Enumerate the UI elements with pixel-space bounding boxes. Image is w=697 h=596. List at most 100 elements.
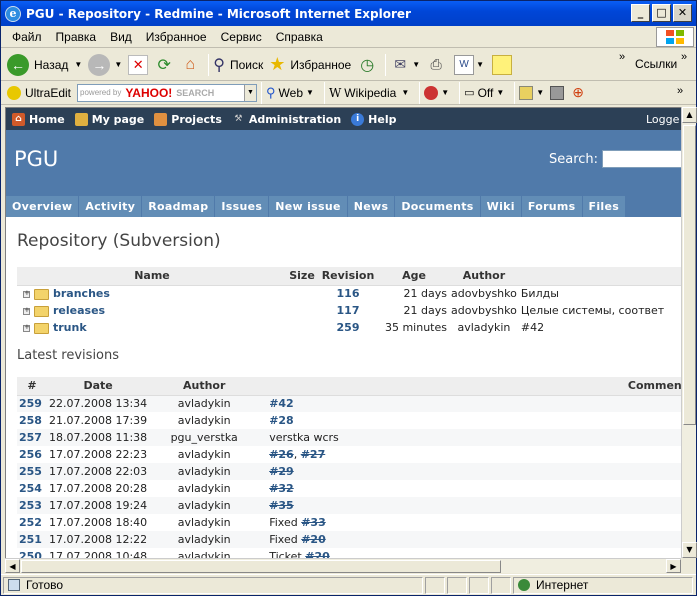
yahoo-dropdown-icon[interactable]: ▼	[244, 84, 257, 101]
forward-dropdown-icon[interactable]: ▼	[114, 60, 122, 69]
blocker-dropdown-icon[interactable]: ▼	[441, 88, 449, 97]
mail-dropdown-icon[interactable]: ▼	[412, 60, 420, 69]
print-icon[interactable]: ⎙	[426, 55, 446, 75]
revision-link[interactable]: 255	[19, 465, 42, 478]
wikipedia-dropdown-icon[interactable]: ▼	[401, 88, 409, 97]
forward-button[interactable]: → ▼	[88, 53, 122, 76]
menu-file[interactable]: Файл	[5, 30, 49, 44]
back-button[interactable]: ← Назад ▼	[7, 53, 82, 76]
web-dropdown-icon[interactable]: ▼	[306, 88, 314, 97]
directory-revision-link[interactable]: 259	[337, 321, 360, 334]
history-icon[interactable]: ◷	[357, 55, 377, 75]
tab-news[interactable]: News	[347, 196, 395, 217]
tab-forums[interactable]: Forums	[521, 196, 582, 217]
directory-link[interactable]: trunk	[53, 321, 87, 334]
projects-link[interactable]: Projects	[171, 113, 222, 126]
minimize-button[interactable]: _	[631, 4, 650, 22]
issue-ref-link[interactable]: #42	[269, 397, 294, 410]
expand-icon[interactable]	[23, 323, 30, 332]
popup-blocker-icon[interactable]	[424, 85, 439, 100]
revision-link[interactable]: 256	[19, 448, 42, 461]
web-button[interactable]: Web	[279, 86, 303, 100]
col-age[interactable]: Age	[379, 267, 449, 286]
maximize-button[interactable]: □	[652, 4, 671, 22]
refresh-icon[interactable]: ⟳	[154, 55, 174, 75]
mail-icon[interactable]: ✉	[390, 55, 410, 75]
tab-overview[interactable]: Overview	[6, 196, 79, 217]
off-dropdown-icon[interactable]: ▼	[496, 88, 504, 97]
col-size[interactable]: Size	[287, 267, 317, 286]
search-button[interactable]: ⚲ Поиск	[213, 55, 263, 75]
tab-activity[interactable]: Activity	[79, 196, 142, 217]
top-menu-administration[interactable]: ⚒ Administration	[232, 113, 341, 126]
favorites-button[interactable]: ★ Избранное	[269, 54, 351, 75]
off-button[interactable]: Off	[478, 86, 494, 100]
horizontal-scroll-thumb[interactable]	[21, 560, 501, 573]
home-link[interactable]: Home	[29, 113, 65, 126]
menu-tools[interactable]: Сервис	[214, 30, 269, 44]
revision-link[interactable]: 253	[19, 499, 42, 512]
tab-roadmap[interactable]: Roadmap	[142, 196, 215, 217]
scroll-right-icon[interactable]: ▶	[666, 559, 681, 573]
horizontal-scrollbar[interactable]: ◀ ▶	[5, 558, 681, 573]
expand-icon[interactable]	[23, 289, 30, 298]
top-menu-my-page[interactable]: My page	[74, 112, 145, 126]
revision-link[interactable]: 258	[19, 414, 42, 427]
tab-new-issue[interactable]: New issue	[269, 196, 347, 217]
administration-link[interactable]: Administration	[249, 113, 341, 126]
vertical-scroll-thumb[interactable]	[683, 125, 696, 425]
revision-link[interactable]: 257	[19, 431, 42, 444]
issue-ref-link[interactable]: #27	[301, 448, 326, 461]
menu-view[interactable]: Вид	[103, 30, 139, 44]
links-button[interactable]: Ссылки	[635, 57, 677, 71]
issue-ref-link[interactable]: #20	[301, 533, 326, 546]
yahoo-search-input[interactable]: powered by YAHOO! SEARCH ▼	[77, 83, 258, 102]
toolbar-chevron-icon[interactable]: »	[619, 51, 625, 63]
wikipedia-button[interactable]: Wikipedia	[344, 86, 396, 100]
tab-issues[interactable]: Issues	[215, 196, 269, 217]
revision-link[interactable]: 250	[19, 550, 42, 558]
revision-link[interactable]: 251	[19, 533, 42, 546]
tab-files[interactable]: Files	[582, 196, 626, 217]
directory-link[interactable]: releases	[53, 304, 105, 317]
directory-revision-link[interactable]: 116	[337, 287, 360, 300]
links-chevron-icon[interactable]: »	[681, 51, 687, 63]
menu-help[interactable]: Справка	[269, 30, 330, 44]
col-author[interactable]: Author	[449, 267, 519, 286]
back-dropdown-icon[interactable]: ▼	[74, 60, 82, 69]
issue-ref-link[interactable]: #20	[305, 550, 330, 558]
tab-wiki[interactable]: Wiki	[480, 196, 521, 217]
help-link[interactable]: Help	[368, 113, 396, 126]
tool-icon[interactable]	[550, 85, 565, 100]
top-menu-projects[interactable]: Projects	[154, 112, 222, 126]
revision-link[interactable]: 259	[19, 397, 42, 410]
scroll-up-icon[interactable]: ▲	[682, 107, 697, 123]
issue-ref-link[interactable]: #28	[269, 414, 294, 427]
directory-revision-link[interactable]: 117	[337, 304, 360, 317]
issue-ref-link[interactable]: #33	[301, 516, 326, 529]
revision-link[interactable]: 254	[19, 482, 42, 495]
home-icon[interactable]: ⌂	[180, 55, 200, 75]
addon-chevron-icon[interactable]: »	[677, 85, 683, 97]
tab-documents[interactable]: Documents	[395, 196, 480, 217]
note-icon[interactable]	[492, 54, 513, 75]
clipboard-icon[interactable]	[519, 85, 534, 100]
close-button[interactable]: ✕	[673, 4, 692, 22]
stop-icon[interactable]: ✕	[128, 54, 149, 75]
issue-ref-link[interactable]: #35	[269, 499, 294, 512]
top-menu-home[interactable]: ⌂ Home	[12, 112, 65, 126]
scroll-left-icon[interactable]: ◀	[5, 559, 20, 573]
my-page-link[interactable]: My page	[92, 113, 145, 126]
scroll-down-icon[interactable]: ▼	[682, 542, 697, 558]
col-name[interactable]: Name	[17, 267, 287, 286]
issue-ref-link[interactable]: #29	[269, 465, 294, 478]
search-input[interactable]	[602, 150, 681, 168]
clipboard-dropdown-icon[interactable]: ▼	[536, 88, 544, 97]
expand-icon[interactable]	[23, 306, 30, 315]
col-revision[interactable]: Revision	[317, 267, 379, 286]
edit-word-icon[interactable]: W	[454, 54, 475, 75]
issue-ref-link[interactable]: #32	[269, 482, 294, 495]
ultraedit-button[interactable]: UltraEdit	[25, 86, 71, 100]
target-icon[interactable]: ⊕	[572, 84, 584, 101]
vertical-scrollbar[interactable]: ▲ ▼	[681, 107, 697, 558]
